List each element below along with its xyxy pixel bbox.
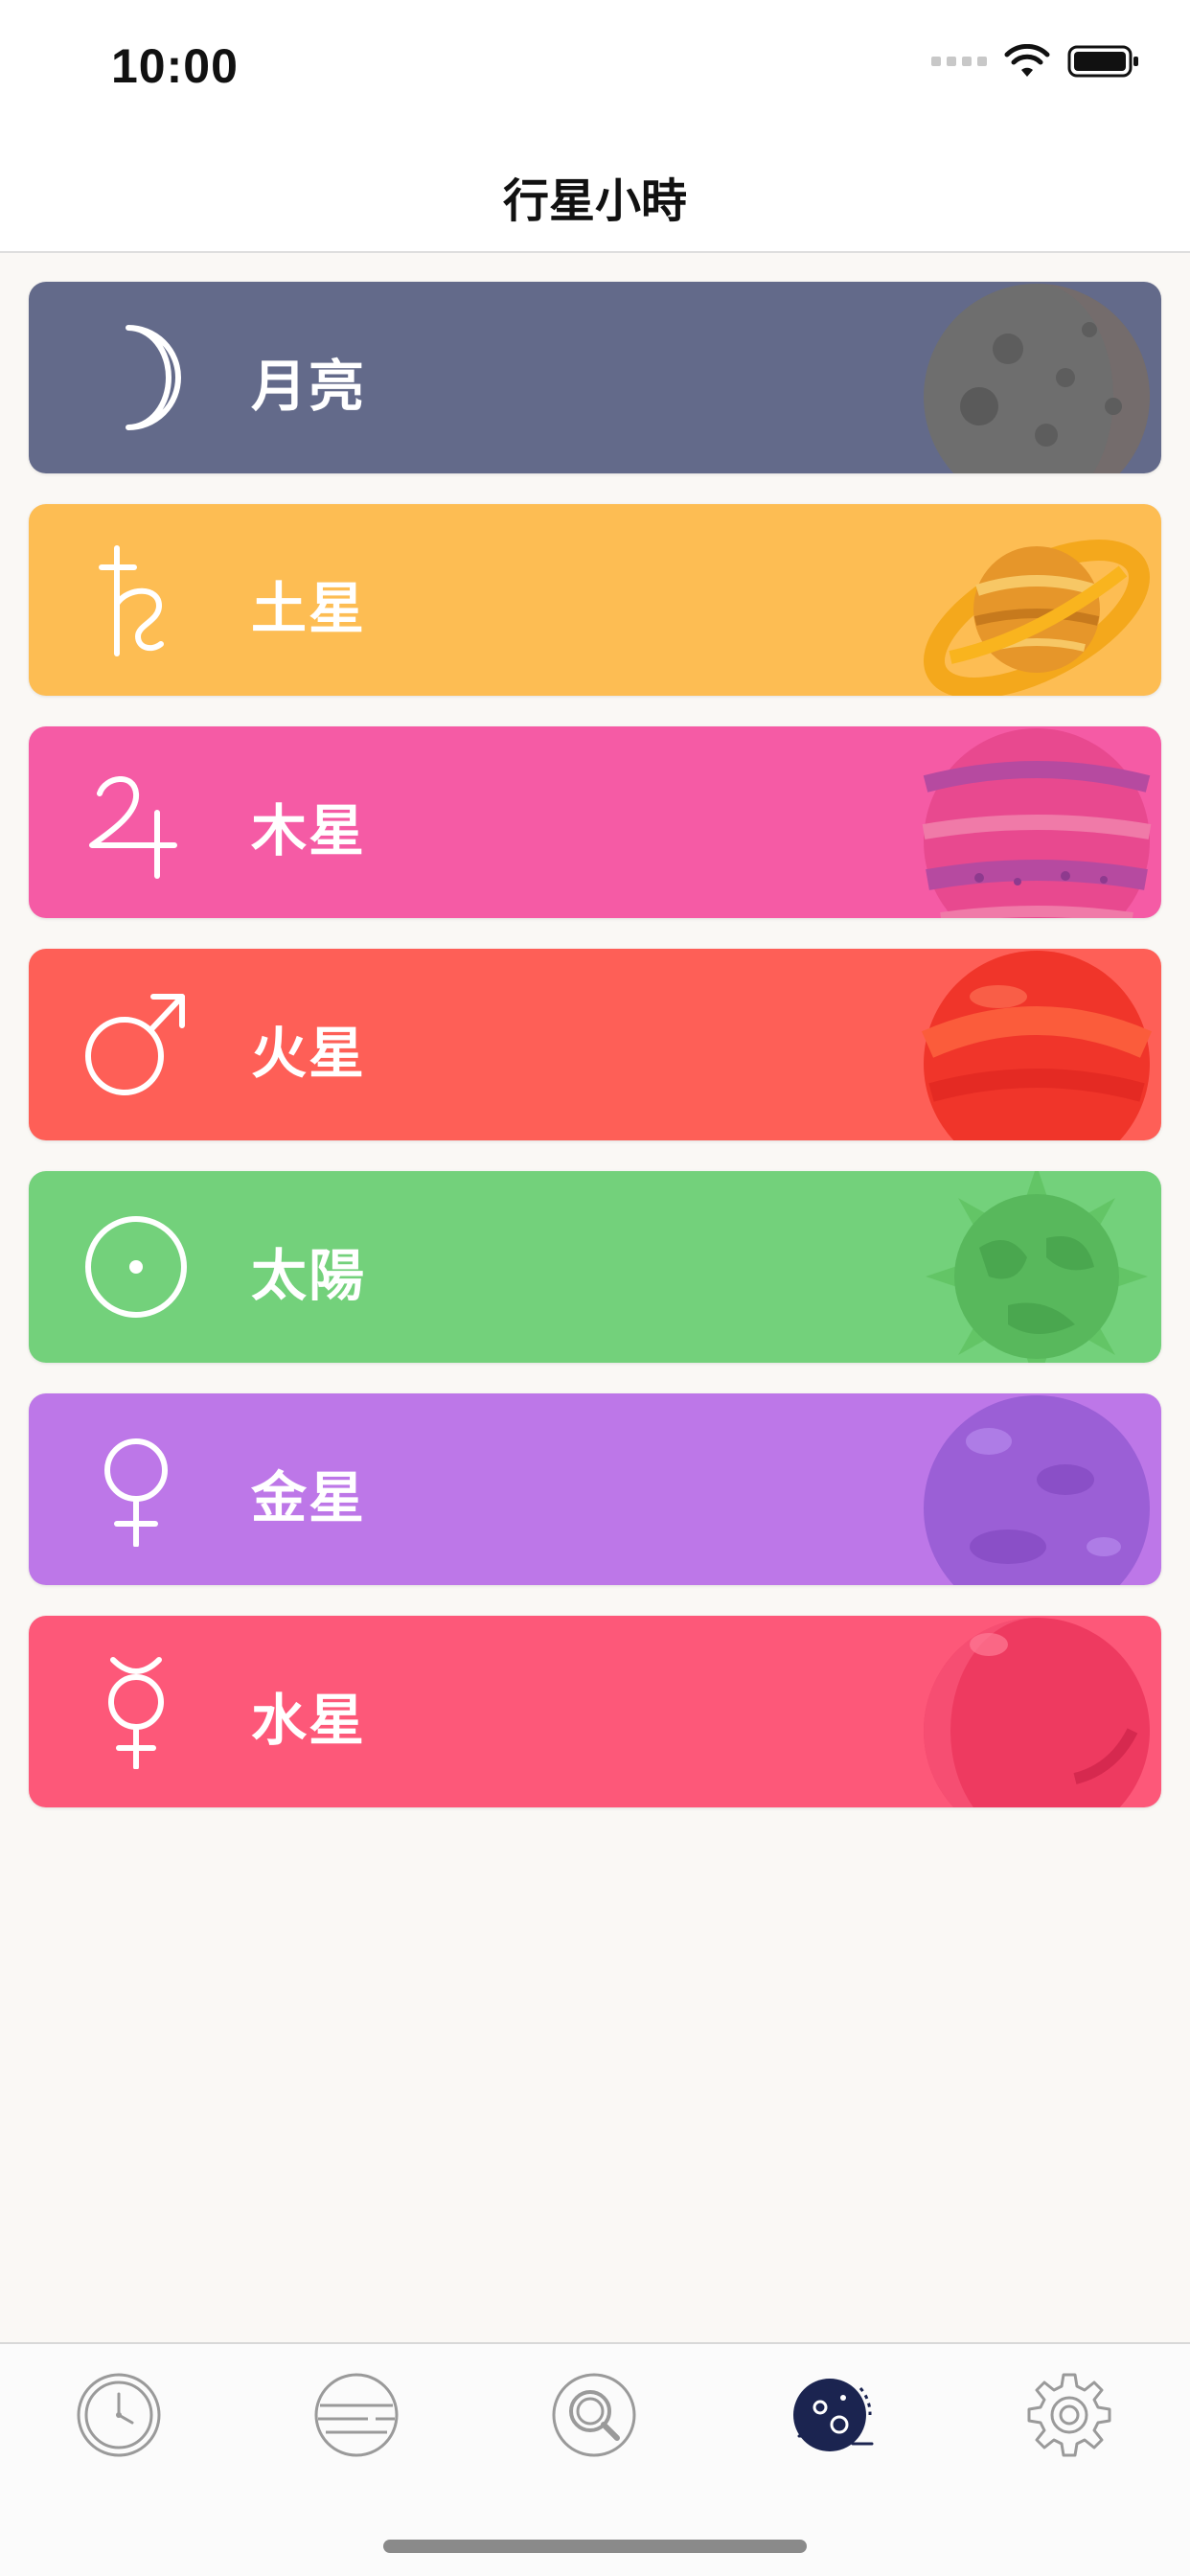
saturn-planet-illustration [923, 540, 1151, 696]
mars-planet-illustration [922, 951, 1152, 1140]
planet-card-sun[interactable]: 太陽 [29, 1171, 1161, 1363]
sun-illustration [926, 1171, 1148, 1363]
wifi-icon [1004, 44, 1050, 77]
battery-icon [1067, 45, 1138, 78]
mercury-planet-illustration [924, 1618, 1150, 1807]
mars-symbol-icon [85, 994, 185, 1095]
planets-icon[interactable] [786, 2369, 878, 2461]
clock-icon[interactable] [73, 2369, 165, 2461]
planet-list: 月亮 土星 木星 火星 太陽 金星 水星 [29, 282, 1161, 1838]
planet-hours-icon[interactable] [310, 2369, 402, 2461]
planet-name: 木星 [251, 798, 367, 863]
planet-card-venus[interactable]: 金星 [29, 1393, 1161, 1585]
jupiter-planet-illustration [922, 728, 1152, 918]
mercury-symbol-icon [108, 1657, 164, 1769]
status-time: 10:00 [111, 39, 239, 93]
sun-symbol-icon [85, 1216, 187, 1318]
venus-symbol-icon [104, 1438, 168, 1547]
planet-card-saturn[interactable]: 土星 [29, 504, 1161, 696]
planet-name: 金星 [251, 1465, 367, 1530]
planet-card-mars[interactable]: 火星 [29, 949, 1161, 1140]
moon-symbol-icon [126, 325, 181, 430]
planet-name: 土星 [251, 576, 367, 641]
settings-icon[interactable] [1023, 2369, 1115, 2461]
planet-card-mercury[interactable]: 水星 [29, 1616, 1161, 1807]
status-bar: 10:00 [0, 0, 1190, 134]
planet-name: 太陽 [251, 1243, 367, 1308]
planet-card-moon[interactable]: 月亮 [29, 282, 1161, 473]
planet-name: 水星 [251, 1688, 367, 1753]
navigation-bar: 行星小時 [0, 134, 1190, 253]
planet-name: 月亮 [251, 354, 367, 419]
planet-card-jupiter[interactable]: 木星 [29, 726, 1161, 918]
venus-planet-illustration [924, 1395, 1150, 1585]
search-icon[interactable] [548, 2369, 640, 2461]
saturn-symbol-icon [99, 545, 164, 656]
moon-planet-illustration [924, 284, 1150, 473]
signal-icon [931, 57, 987, 66]
planet-name: 火星 [251, 1021, 367, 1086]
jupiter-symbol-icon [89, 776, 177, 879]
home-indicator [383, 2540, 807, 2553]
page-title: 行星小時 [502, 174, 687, 228]
status-icons [931, 44, 1140, 79]
